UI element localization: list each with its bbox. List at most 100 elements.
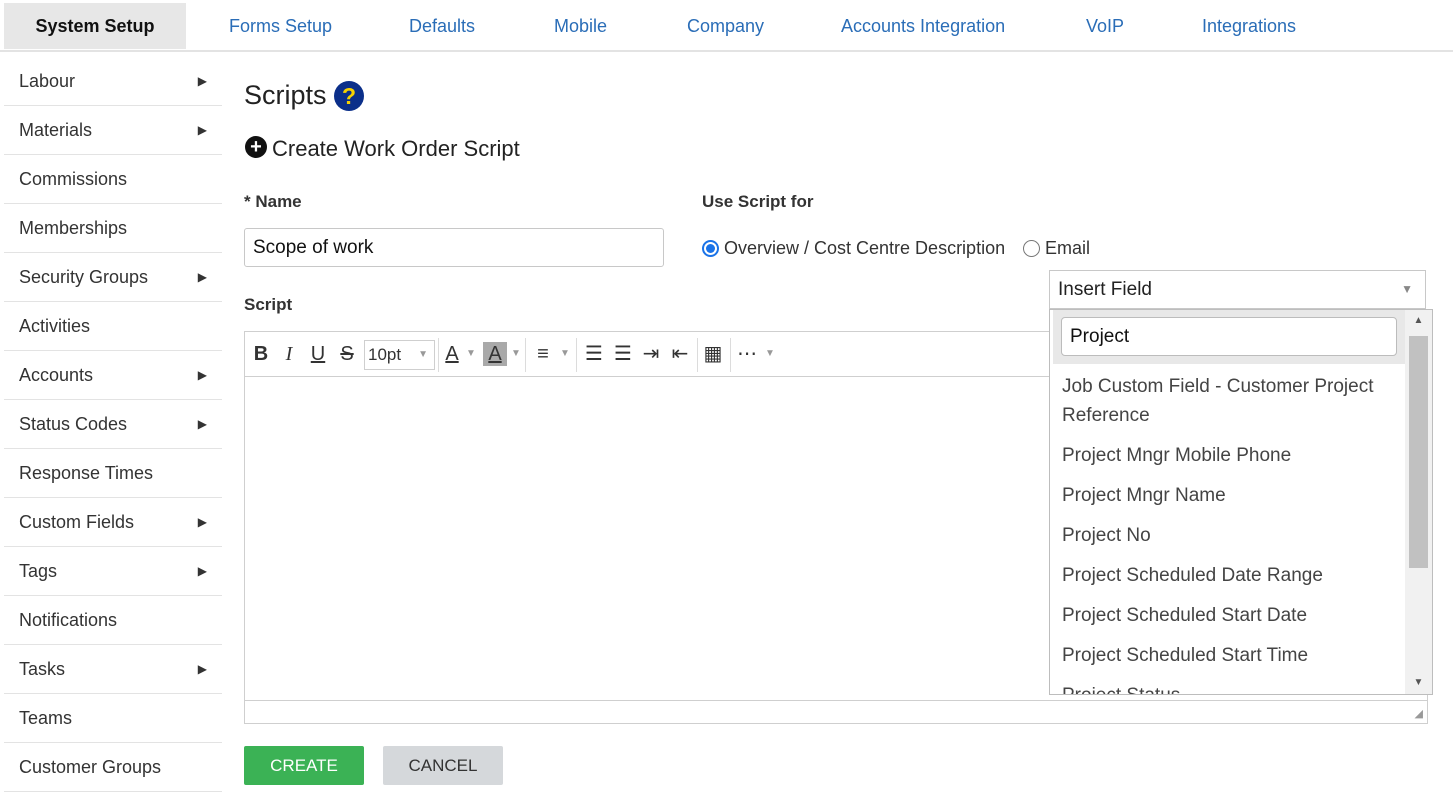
align-left-icon[interactable]: ≡ [531,342,555,366]
caret-right-icon: ▶ [197,368,207,382]
tab-mobile[interactable]: Mobile [554,3,607,49]
insert-field-dropdown: Project Job Custom Field - Customer Proj… [1049,309,1433,695]
toolbar-divider [525,338,526,372]
sidebar-item-notifications[interactable]: Notifications [4,596,222,645]
more-icon[interactable]: ⋯ [735,342,759,366]
dropdown-scrollbar[interactable]: ▲ ▼ [1405,310,1432,694]
sidebar-item-label: Status Codes [19,414,128,434]
sidebar-item-label: Tasks [19,659,66,679]
tab-company[interactable]: Company [687,3,764,49]
caret-right-icon: ▶ [197,74,207,88]
chevron-down-icon[interactable]: ▼ [511,342,521,366]
radio-overview[interactable] [702,240,719,257]
dropdown-option[interactable]: Project Scheduled Start Time [1062,641,1392,670]
chevron-down-icon: ▼ [1401,282,1413,296]
scroll-up-icon[interactable]: ▲ [1405,310,1432,332]
sidebar-item-label: Notifications [19,610,118,630]
caret-right-icon: ▶ [197,662,207,676]
top-nav: System Setup Forms Setup Defaults Mobile… [0,0,1453,52]
tab-forms-setup[interactable]: Forms Setup [229,3,332,49]
dropdown-option[interactable]: Project Status [1062,681,1392,694]
numbered-list-icon[interactable]: ☰ [611,342,635,366]
tab-voip[interactable]: VoIP [1086,3,1124,49]
dropdown-option[interactable]: Project Scheduled Start Date [1062,601,1392,630]
chevron-down-icon[interactable]: ▼ [765,342,775,366]
dropdown-option[interactable]: Project No [1062,521,1392,550]
toolbar-divider [730,338,731,372]
dropdown-option[interactable]: Job Custom Field - Customer Project Refe… [1062,372,1392,430]
tab-system-setup[interactable]: System Setup [4,3,186,49]
name-input[interactable]: Scope of work [244,228,664,267]
caret-right-icon: ▶ [197,417,207,431]
dropdown-option[interactable]: Project Mngr Name [1062,481,1392,510]
page-title: Scripts [244,80,327,110]
dropdown-option[interactable]: Project Scheduled Date Range [1062,561,1392,590]
sidebar-item-customer-groups[interactable]: Customer Groups [4,743,222,792]
sidebar-item-label: Custom Fields [19,512,135,532]
tab-integrations[interactable]: Integrations [1202,3,1296,49]
caret-right-icon: ▶ [197,270,207,284]
use-script-for-label: Use Script for [702,192,814,211]
sidebar-item-label: Memberships [19,218,128,238]
editor-statusbar: ◢ [245,700,1427,723]
name-label: * Name [244,192,302,211]
tab-accounts-integration[interactable]: Accounts Integration [841,3,1005,49]
underline-icon[interactable]: U [307,342,329,366]
sidebar-item-activities[interactable]: Activities [4,302,222,351]
bold-icon[interactable]: B [251,342,271,366]
radio-overview-label[interactable]: Overview / Cost Centre Description [724,238,1005,259]
scrollbar-thumb[interactable] [1409,336,1428,568]
sidebar-item-tasks[interactable]: Tasks ▶ [4,645,222,694]
sidebar-item-tags[interactable]: Tags ▶ [4,547,222,596]
sidebar-item-label: Commissions [19,169,128,189]
sidebar-item-label: Labour [19,71,76,91]
dropdown-option[interactable]: Project Mngr Mobile Phone [1062,441,1392,470]
tab-defaults[interactable]: Defaults [409,3,475,49]
sidebar-item-commissions[interactable]: Commissions [4,155,222,204]
radio-email-label[interactable]: Email [1045,238,1090,259]
dropdown-search-input[interactable]: Project [1061,317,1397,356]
chevron-down-icon[interactable]: ▼ [560,342,570,366]
sidebar-item-status-codes[interactable]: Status Codes ▶ [4,400,222,449]
cancel-button[interactable]: CANCEL [383,746,503,785]
plus-circle-icon: + [245,136,267,158]
sidebar-item-labour[interactable]: Labour ▶ [4,57,222,106]
font-size-value: 10pt [368,345,402,364]
sidebar-item-teams[interactable]: Teams [4,694,222,743]
text-color-icon[interactable]: A [441,342,463,366]
outdent-icon[interactable]: ⇤ [668,342,692,366]
radio-email[interactable] [1023,240,1040,257]
script-label: Script [244,295,293,314]
strikethrough-icon[interactable]: S [336,342,358,366]
bullet-list-icon[interactable]: ☰ [582,342,606,366]
sidebar-item-label: Activities [19,316,91,336]
table-icon[interactable]: ▦ [701,342,725,366]
create-button[interactable]: CREATE [244,746,364,785]
caret-right-icon: ▶ [197,123,207,137]
sidebar-item-accounts[interactable]: Accounts ▶ [4,351,222,400]
chevron-down-icon[interactable]: ▼ [466,342,476,366]
sidebar-item-security-groups[interactable]: Security Groups ▶ [4,253,222,302]
indent-icon[interactable]: ⇥ [639,342,663,366]
scroll-down-icon[interactable]: ▼ [1405,672,1432,694]
sidebar-item-materials[interactable]: Materials ▶ [4,106,222,155]
sidebar-item-label: Tags [19,561,58,581]
sidebar-item-label: Customer Groups [19,757,162,777]
toolbar-divider [438,338,439,372]
sidebar-item-label: Accounts [19,365,94,385]
highlight-color-icon[interactable]: A [483,342,507,366]
insert-field-select[interactable]: Insert Field ▼ [1049,270,1426,309]
sidebar-item-memberships[interactable]: Memberships [4,204,222,253]
sidebar-item-label: Security Groups [19,267,149,287]
caret-right-icon: ▶ [197,515,207,529]
italic-icon[interactable]: I [279,342,299,366]
resize-handle-icon[interactable]: ◢ [1415,707,1423,720]
font-size-select[interactable]: 10pt ▼ [364,340,435,370]
toolbar-divider [576,338,577,372]
help-icon[interactable]: ? [334,81,364,111]
sidebar: Labour ▶ Materials ▶ Commissions Membershi… [4,57,222,792]
sidebar-item-response-times[interactable]: Response Times [4,449,222,498]
sidebar-item-custom-fields[interactable]: Custom Fields ▶ [4,498,222,547]
toolbar-divider [697,338,698,372]
dropdown-search-wrap: Project [1053,310,1405,364]
